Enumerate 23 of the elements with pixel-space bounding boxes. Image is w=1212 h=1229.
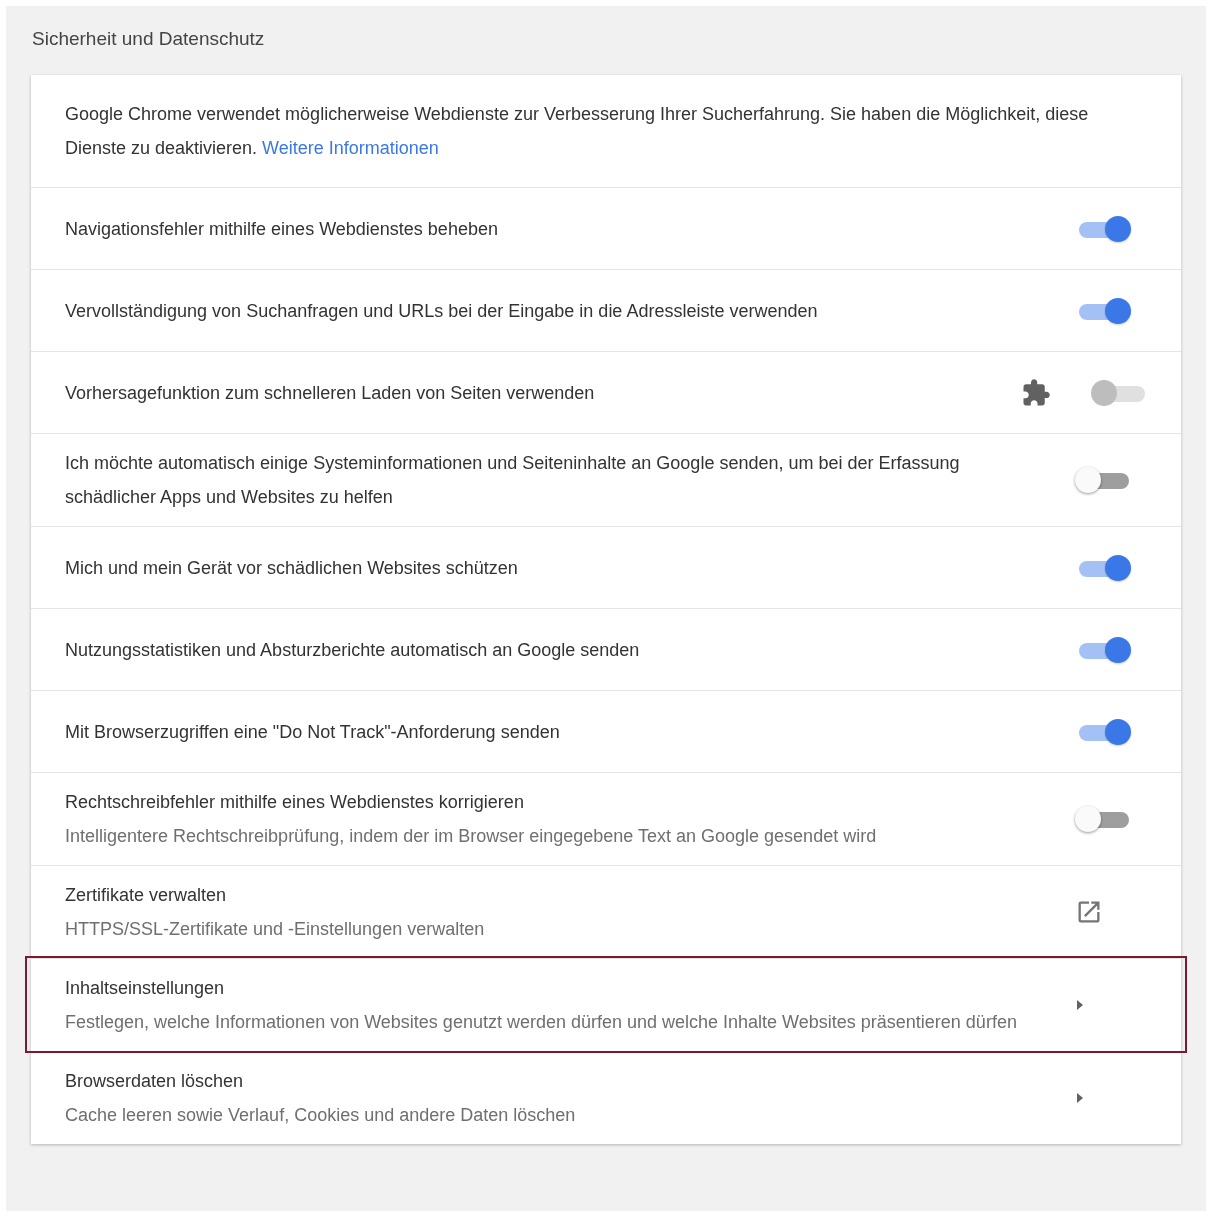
setting-description: Intelligentere Rechtschreibprüfung, indem der im Browser eingegebene Text an Google gesendet wird (65, 825, 878, 848)
setting-description: Festlegen, welche Informationen von Websites genutzt werden dürfen und welche Inhalte Websites präsentieren dürfen (65, 1011, 1018, 1034)
setting-label: Mit Browserzugriffen eine "Do Not Track"-Anforderung senden (65, 720, 561, 744)
setting-description: HTTPS/SSL-Zertifikate und -Einstellungen verwalten (65, 918, 486, 941)
arrow-right-icon[interactable] (1075, 998, 1085, 1012)
toggle-switch[interactable] (1075, 805, 1131, 833)
setting-label: Rechtschreibfehler mithilfe eines Webdienstes korrigieren (65, 791, 525, 814)
section-title: Sicherheit und Datenschutz (31, 27, 266, 51)
setting-label: Nutzungsstatistiken und Absturzberichte automatisch an Google senden (65, 638, 641, 662)
setting-label: Mich und mein Gerät vor schädlichen Websites schützen (65, 556, 519, 580)
setting-description: Cache leeren sowie Verlauf, Cookies und andere Daten löschen (65, 1104, 577, 1127)
intro-text: Google Chrome verwendet möglicherweise Webdienste zur Verbesserung Ihrer Sucherfahrung. Sie haben die Möglichkeit, diese Dienste zu deaktivieren. Weitere Informationen (65, 103, 1090, 160)
setting-label: Inhaltseinstellungen (65, 977, 226, 1000)
extension-icon (1021, 377, 1051, 408)
setting-label: Vorhersagefunktion zum schnelleren Laden von Seiten verwenden (65, 381, 596, 405)
toggle-switch[interactable] (1075, 466, 1131, 494)
setting-label: Navigationsfehler mithilfe eines Webdienstes beheben (65, 217, 499, 241)
arrow-right-icon[interactable] (1075, 1091, 1085, 1105)
setting-label: Ich möchte automatisch einige Systeminformationen und Seiteninhalte an Google senden, um bei der Erfassung schädlicher Apps und Websites zu helfen (65, 452, 961, 509)
setting-label: Zertifikate verwalten (65, 884, 228, 907)
learn-more-link[interactable]: Weitere Informationen (262, 138, 439, 158)
setting-label: Vervollständigung von Suchanfragen und URLs bei der Eingabe in die Adressleiste verwenden (65, 299, 819, 323)
setting-label: Browserdaten löschen (65, 1070, 245, 1093)
